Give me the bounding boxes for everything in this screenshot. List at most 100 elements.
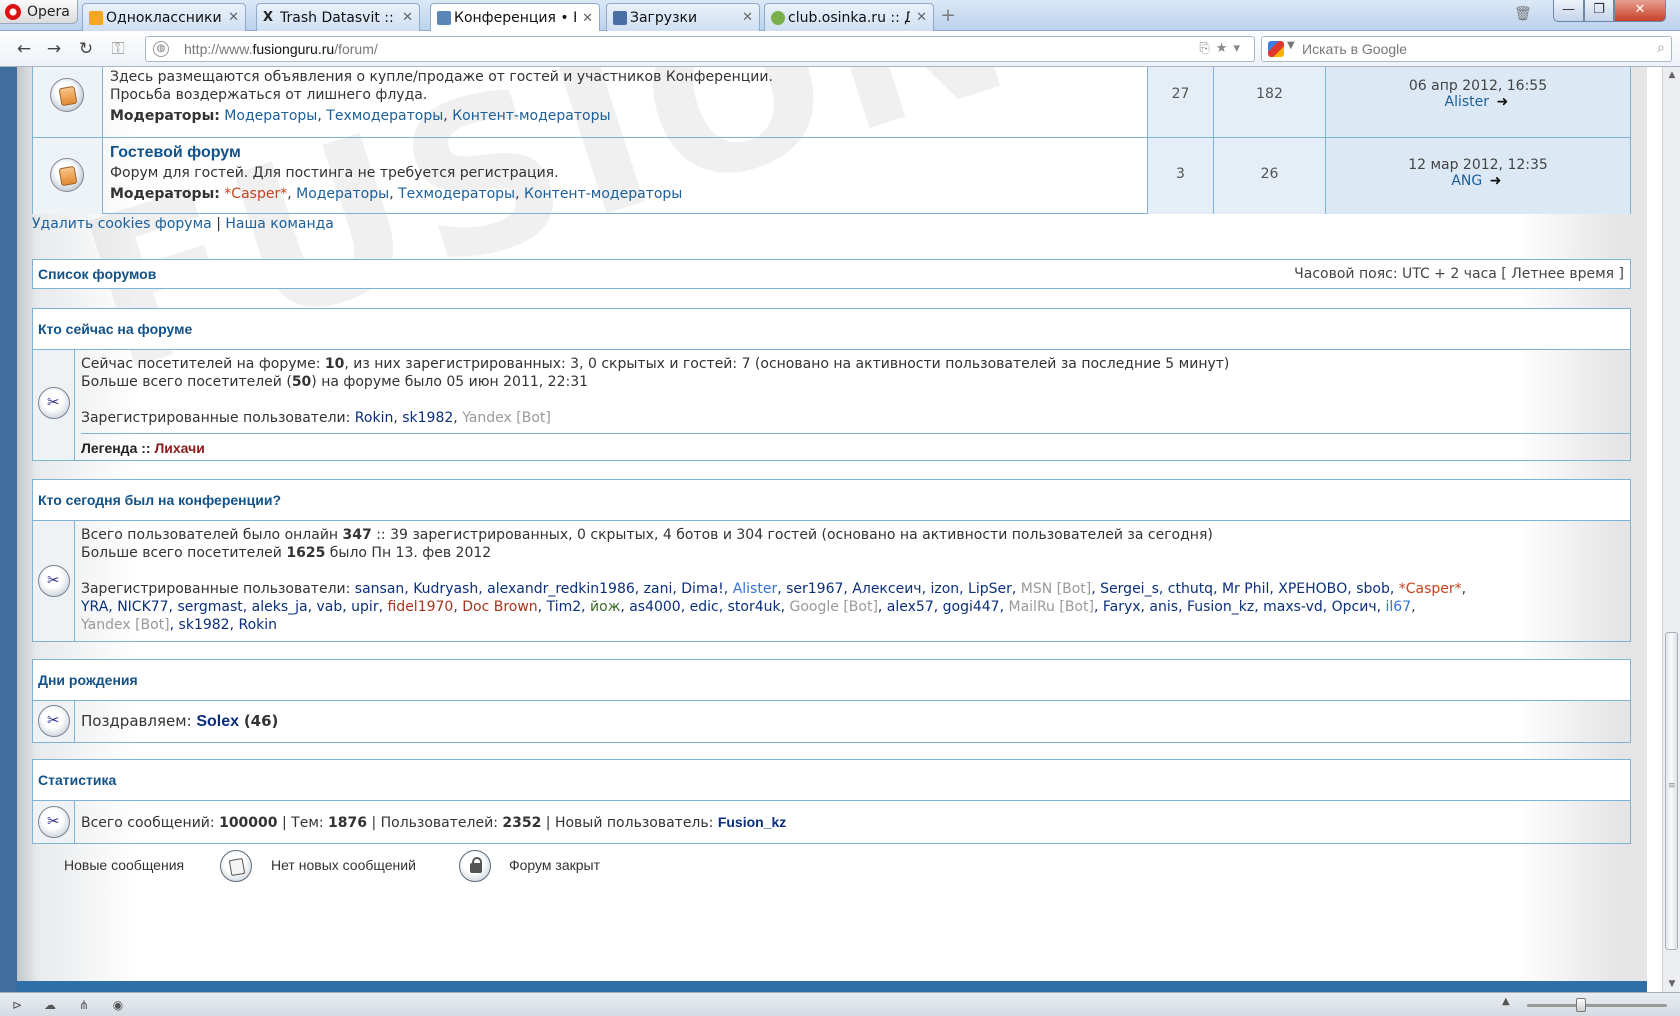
legend-group-link[interactable]: Лихачи	[154, 440, 204, 456]
user-links[interactable]: , Sergei_s, cthutq, Mr Phil, ХРЕНОВО, sb…	[1091, 581, 1398, 597]
search-icon[interactable]: ⌕	[1657, 40, 1665, 56]
grip-icon: ≡	[1668, 781, 1676, 791]
search-box[interactable]: ▼ Искать в Google ⌕	[1261, 36, 1672, 62]
panel-toggle-icon[interactable]: ⊳	[9, 997, 25, 1013]
user-link[interactable]: sk1982	[402, 410, 453, 426]
moderator-link[interactable]: *Casper*	[224, 186, 287, 202]
close-icon[interactable]: ✕	[742, 10, 753, 25]
url-text[interactable]: http://www.fusionguru.ru/forum/	[184, 41, 378, 57]
scroll-up-icon[interactable]: ▲	[1663, 67, 1680, 83]
bot-link[interactable]: Google [Bot]	[790, 599, 878, 615]
tab-downloads[interactable]: Загрузки ✕	[606, 3, 760, 31]
user-link[interactable]: Doc Brown	[462, 599, 537, 615]
bot-link[interactable]: MSN [Bot]	[1021, 581, 1091, 597]
forum-status-cell	[33, 67, 103, 137]
speed-dial-icon[interactable]: ◉	[110, 997, 126, 1013]
zoom-up-icon[interactable]: ▲	[1502, 996, 1510, 1007]
close-icon[interactable]: ✕	[582, 11, 593, 26]
rss-star-dropdown-icons[interactable]: ⎘★▾	[1199, 41, 1246, 56]
moderator-link[interactable]: Контент-модераторы	[452, 108, 610, 124]
last-post-date: 06 апр 2012, 16:55	[1408, 78, 1548, 94]
user-links[interactable]: , Tim2,	[538, 599, 590, 615]
minimize-button[interactable]: —	[1553, 0, 1584, 22]
statistics-text: Всего сообщений: 100000 | Тем: 1876 | По…	[81, 814, 787, 831]
share-icon[interactable]: ⋔	[76, 997, 92, 1013]
birthday-user-link[interactable]: Solex	[196, 713, 239, 730]
close-icon[interactable]: ✕	[402, 10, 413, 25]
forward-icon[interactable]: →	[44, 39, 64, 59]
user-links[interactable]: , ser1967, Алексеич, izon, LipSer,	[777, 581, 1021, 597]
back-icon[interactable]: ←	[14, 39, 34, 59]
zoom-slider-thumb[interactable]	[1576, 998, 1586, 1012]
user-links[interactable]: , alex57, gogi447,	[878, 599, 1009, 615]
tab-title: Trash Datasvit :: Д...	[280, 9, 396, 26]
user-link[interactable]: fidel1970	[387, 599, 453, 615]
user-links[interactable]: YRA, NICK77, sergmast, aleks_ja, vab, up…	[81, 599, 387, 615]
key-icon[interactable]: ⚿	[108, 39, 128, 59]
user-link[interactable]: *Casper*	[1399, 581, 1462, 597]
scroll-down-icon[interactable]: ▼	[1663, 976, 1680, 992]
tab-trash-datasvit[interactable]: X Trash Datasvit :: Д... ✕	[256, 3, 420, 31]
legend-new-posts: Новые сообщения	[64, 857, 185, 873]
user-links[interactable]: , sk1982, Rokin	[170, 617, 277, 633]
online-line-2: Больше всего посетителей (50) на форуме …	[81, 374, 589, 390]
tab-odnoklassniki[interactable]: Одноклассники ✕	[82, 3, 246, 31]
close-window-button[interactable]: ✕	[1614, 0, 1666, 22]
forum-list-link[interactable]: Список форумов	[38, 266, 156, 282]
new-tab-icon[interactable]: +	[938, 7, 958, 25]
page-footer-bar	[17, 981, 1647, 992]
search-input[interactable]: Искать в Google	[1302, 41, 1407, 57]
user-link[interactable]: Rokin	[355, 410, 394, 426]
user-links[interactable]: sansan, Kudryash, alexandr_redkin1986, z…	[355, 581, 733, 597]
users-today-icon	[38, 565, 70, 597]
last-post-cell: 12 мар 2012, 12:35 ANG ➜	[1325, 138, 1630, 214]
stat-icon-cell	[33, 521, 75, 641]
new-user-link[interactable]: Fusion_kz	[718, 814, 786, 830]
tab-conference[interactable]: Конференция • F... ✕	[430, 3, 600, 32]
delete-cookies-link[interactable]: Удалить cookies форума	[32, 216, 212, 232]
moderator-link[interactable]: Модераторы	[224, 108, 317, 124]
moderator-link[interactable]: Модераторы	[296, 186, 389, 202]
scrollbar-thumb[interactable]: ≡	[1665, 632, 1678, 950]
bot-link[interactable]: Yandex [Bot]	[81, 617, 170, 633]
chevron-down-icon[interactable]: ▼	[1287, 40, 1295, 51]
reload-icon[interactable]: ↻	[76, 39, 96, 59]
moderator-link[interactable]: Техмодераторы	[326, 108, 443, 124]
moderator-link[interactable]: Техмодераторы	[398, 186, 515, 202]
zoom-slider[interactable]	[1527, 1004, 1667, 1007]
forum-moderators: Модераторы: *Casper*, Модераторы, Техмод…	[110, 186, 683, 202]
last-post-author[interactable]: ANG	[1451, 173, 1482, 189]
user-link[interactable]: йож	[590, 599, 620, 615]
opera-menu-button[interactable]: Opera	[0, 0, 78, 24]
close-icon[interactable]: ✕	[916, 10, 927, 25]
maximize-button[interactable]: ❐	[1584, 0, 1614, 22]
globe-icon: ◍	[153, 41, 169, 57]
address-bar[interactable]: ◍ http://www.fusionguru.ru/forum/ ⎘★▾	[145, 36, 1255, 62]
online-body: Сейчас посетителей на форуме: 10, из них…	[32, 350, 1631, 461]
user-link[interactable]: Alister	[733, 581, 778, 597]
today-users-list: Зарегистрированные пользователи: sansan,…	[81, 581, 1467, 633]
user-link[interactable]: il67	[1386, 599, 1412, 615]
forum-no-new-icon	[50, 158, 84, 192]
close-icon[interactable]: ✕	[228, 10, 239, 25]
bot-link[interactable]: Yandex [Bot]	[462, 410, 551, 426]
tab-title: club.osinka.ru :: До...	[788, 9, 910, 26]
tab-osinka[interactable]: club.osinka.ru :: До... ✕	[764, 3, 934, 31]
last-post-date: 12 мар 2012, 12:35	[1408, 157, 1548, 173]
google-icon	[1268, 41, 1284, 57]
team-link[interactable]: Наша команда	[225, 216, 334, 232]
goto-post-icon[interactable]: ➜	[1493, 94, 1511, 110]
bot-link[interactable]: MailRu [Bot]	[1009, 599, 1094, 615]
statistics-icon	[38, 806, 70, 838]
user-links[interactable]: , as4000, edic, stor4uk,	[620, 599, 789, 615]
moderator-link[interactable]: Контент-модераторы	[524, 186, 682, 202]
cloud-icon[interactable]: ☁	[42, 997, 58, 1013]
registered-users-label: Зарегистрированные пользователи:	[81, 410, 355, 426]
goto-post-icon[interactable]: ➜	[1487, 173, 1505, 189]
last-post-author[interactable]: Alister	[1445, 94, 1490, 110]
user-links[interactable]: , Faryx, anis, Fusion_kz, maxs-vd, Орсич…	[1094, 599, 1386, 615]
forum-title-link[interactable]: Гостевой форум	[110, 144, 682, 162]
status-bar: ⊳ ☁ ⋔ ◉ ▲	[0, 992, 1680, 1016]
vertical-scrollbar[interactable]: ▲ ≡ ▼	[1662, 67, 1680, 992]
trash-icon[interactable]: 🗑	[1514, 6, 1532, 24]
